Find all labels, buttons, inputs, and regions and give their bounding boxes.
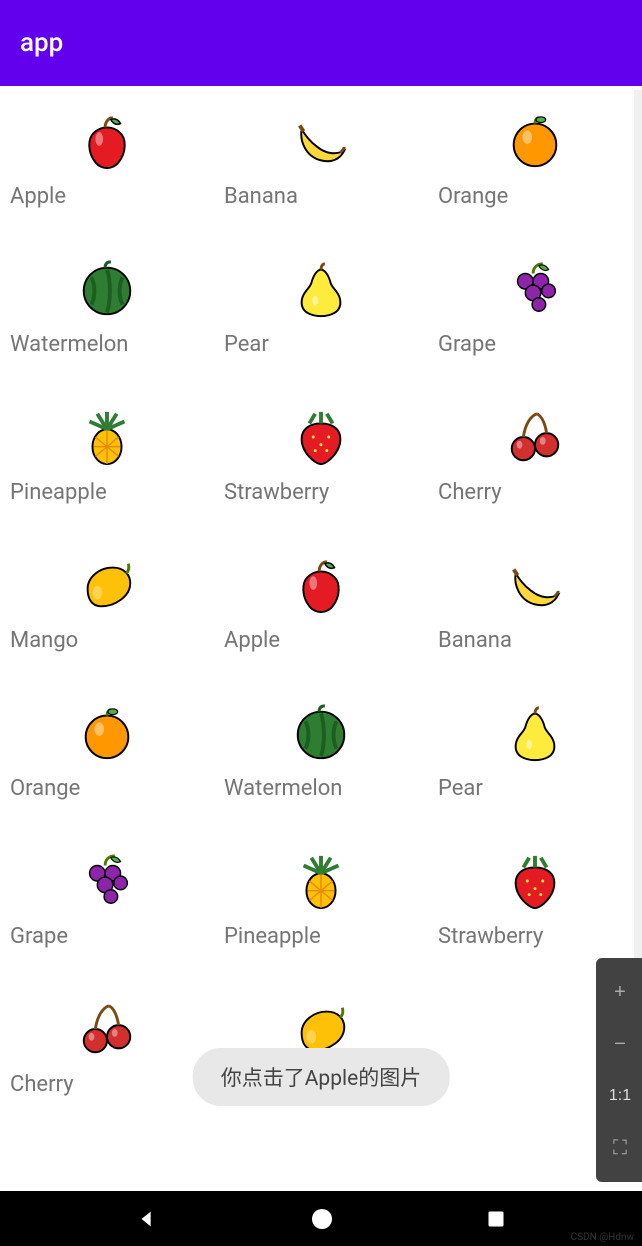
app-bar: app [0,0,642,86]
fruit-label: Pineapple [6,480,208,505]
fruit-label: Pineapple [220,924,422,949]
grid-item[interactable]: Orange [0,686,214,834]
grid-item[interactable]: Watermelon [214,686,428,834]
zoom-out-button[interactable]: − [596,1018,642,1070]
fruit-label: Strawberry [434,924,636,949]
zoom-in-button[interactable]: + [596,966,642,1018]
zoom-panel: + − 1:1 ⛶ [596,958,642,1182]
fruit-label: Mango [6,628,208,653]
grid-item[interactable]: Apple [214,538,428,686]
grid-item[interactable]: Pineapple [214,834,428,982]
fruit-label: Watermelon [220,776,422,801]
grid-item[interactable]: Pineapple [0,390,214,538]
fruit-label: Orange [6,776,208,801]
fruit-label: Apple [220,628,422,653]
watermark: CSDN @Hdnw [571,1232,634,1243]
fruit-label: Grape [6,924,208,949]
strawberry-icon[interactable] [504,850,566,912]
grid-item[interactable]: Grape [428,242,642,390]
grape-icon[interactable] [504,258,566,320]
grape-icon[interactable] [76,850,138,912]
fruit-label: Pear [220,332,422,357]
watermelon-icon[interactable] [76,258,138,320]
grid-item[interactable]: Strawberry [214,390,428,538]
orange-icon[interactable] [76,702,138,764]
fruit-label: Pear [434,776,636,801]
pear-icon[interactable] [504,702,566,764]
grid-item[interactable]: Banana [214,94,428,242]
watermelon-icon[interactable] [290,702,352,764]
apple-icon[interactable] [290,554,352,616]
orange-icon[interactable] [504,110,566,172]
apple-icon[interactable] [76,110,138,172]
nav-recent-icon[interactable] [486,1209,506,1229]
grid-item[interactable]: Mango [0,538,214,686]
nav-back-icon[interactable] [136,1208,158,1230]
strawberry-icon[interactable] [290,406,352,468]
fruit-label: Cherry [434,480,636,505]
pineapple-icon[interactable] [76,406,138,468]
fruit-label: Banana [220,184,422,209]
cherry-icon[interactable] [504,406,566,468]
fruit-label: Orange [434,184,636,209]
banana-icon[interactable] [290,110,352,172]
fruit-grid: Apple Banana Orange Watermelon Pear Grape Pine… [0,86,642,1138]
fruit-label: Strawberry [220,480,422,505]
fruit-label: Cherry [6,1072,208,1097]
app-title: app [20,28,63,58]
grid-item[interactable]: Pear [428,686,642,834]
grid-item[interactable]: Cherry [0,982,214,1130]
grid-item[interactable]: Apple [0,94,214,242]
nav-home-icon[interactable] [310,1207,334,1231]
grid-item[interactable]: Watermelon [0,242,214,390]
pineapple-icon[interactable] [290,850,352,912]
fruit-label: Apple [6,184,208,209]
mango-icon[interactable] [76,554,138,616]
fullscreen-button[interactable]: ⛶ [596,1122,642,1174]
android-nav-bar [0,1191,642,1246]
grid-item[interactable]: Pear [214,242,428,390]
toast: 你点击了Apple的图片 [193,1048,450,1106]
grid-item[interactable]: Orange [428,94,642,242]
fruit-label: Banana [434,628,636,653]
cherry-icon[interactable] [76,998,138,1060]
toast-text: 你点击了Apple的图片 [221,1067,422,1091]
fruit-label: Grape [434,332,636,357]
banana-icon[interactable] [504,554,566,616]
fruit-label: Watermelon [6,332,208,357]
grid-item[interactable]: Grape [0,834,214,982]
grid-item[interactable]: Banana [428,538,642,686]
zoom-ratio-button[interactable]: 1:1 [596,1070,642,1122]
pear-icon[interactable] [290,258,352,320]
grid-item[interactable]: Cherry [428,390,642,538]
